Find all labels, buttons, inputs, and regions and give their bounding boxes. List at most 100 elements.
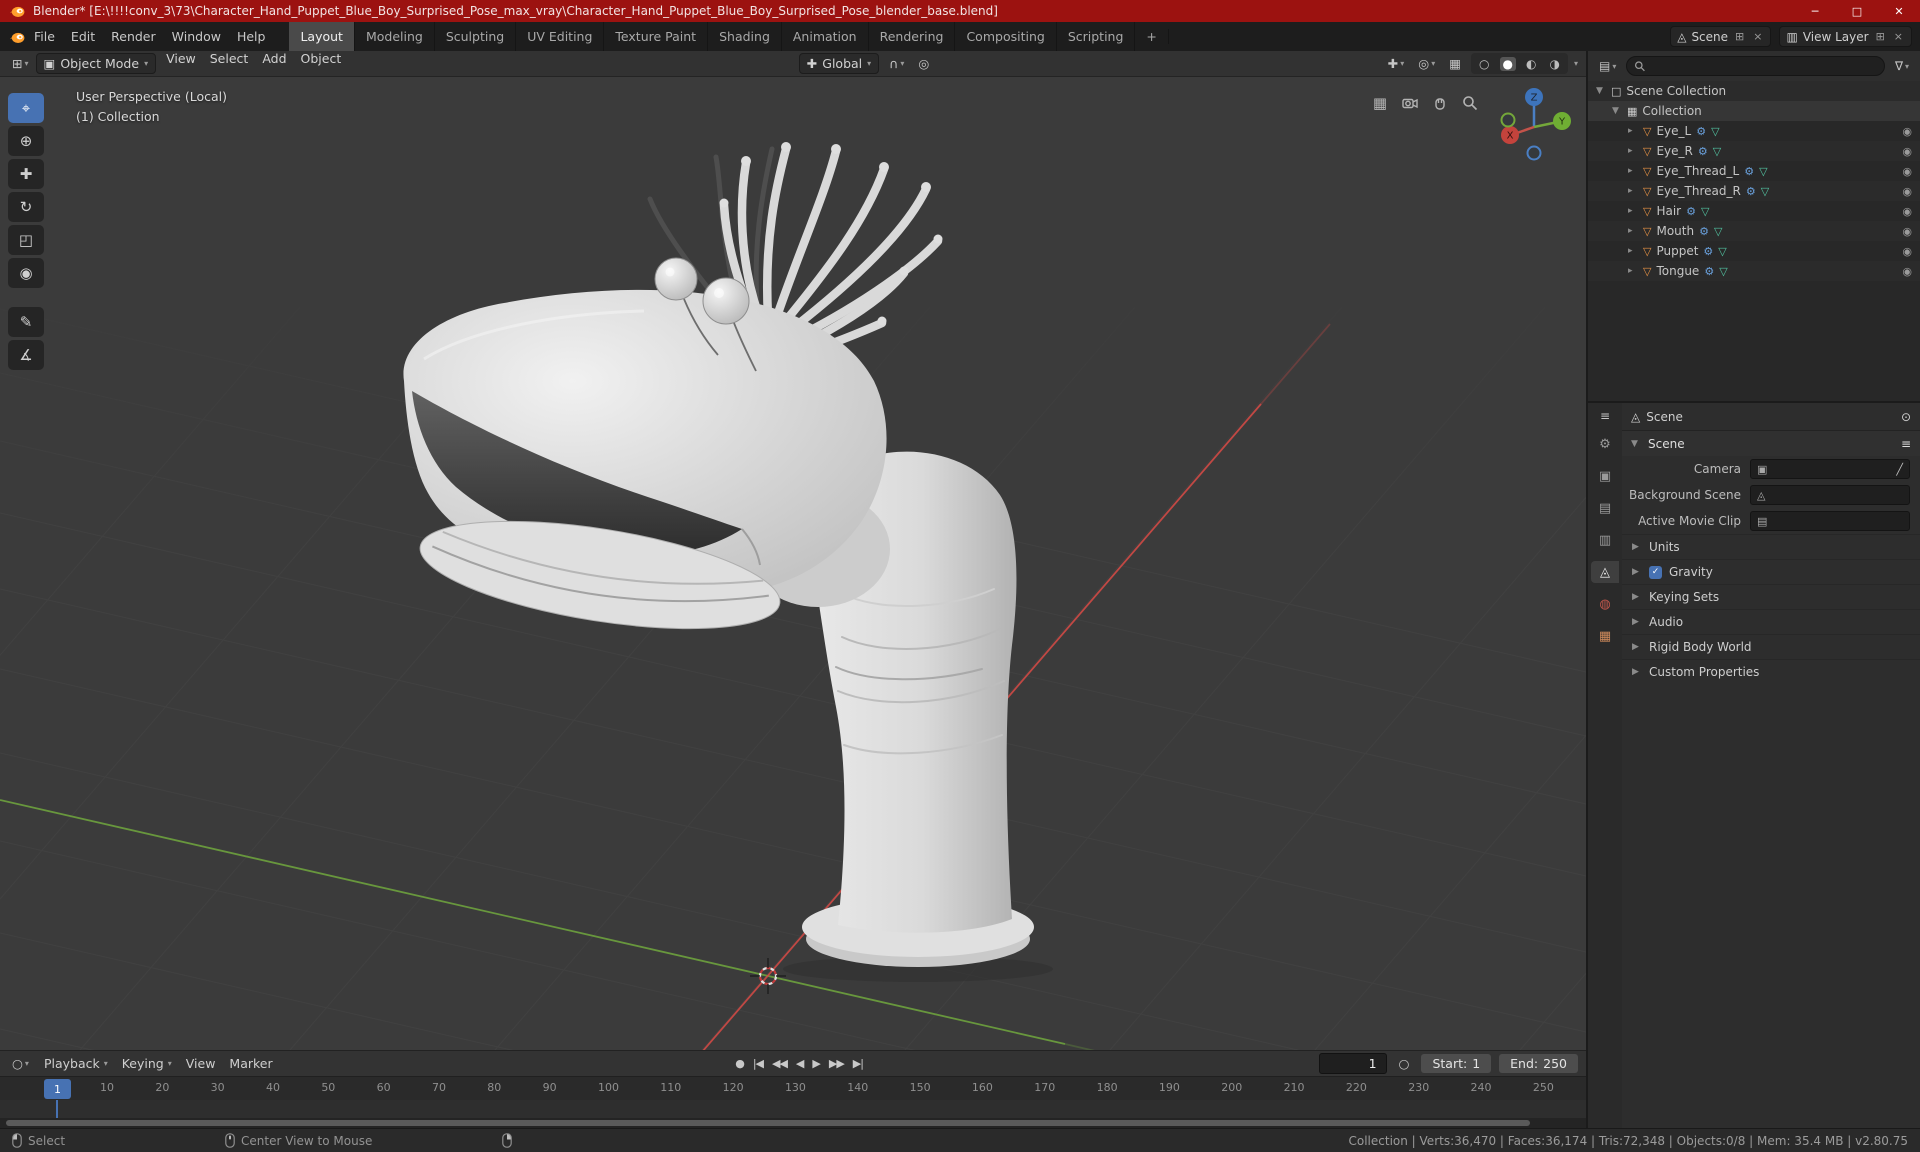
workspace-tab[interactable]: Layout: [289, 22, 355, 51]
visibility-eye-icon[interactable]: ◉: [1902, 145, 1912, 158]
scene-selector[interactable]: ◬ Scene ⊞ ×: [1670, 26, 1772, 47]
timeline-scrollbar[interactable]: [6, 1120, 1530, 1126]
playhead-line[interactable]: [56, 1100, 58, 1118]
viewport-menu-item[interactable]: Add: [255, 51, 293, 76]
outliner-search-box[interactable]: [1626, 56, 1885, 76]
remove-scene-button[interactable]: ×: [1751, 30, 1764, 43]
disclosure-icon[interactable]: ▸: [1628, 226, 1638, 236]
previous-keyframe-button[interactable]: ◀◀: [772, 1057, 788, 1070]
play-reverse-button[interactable]: ◀: [796, 1057, 805, 1070]
xray-toggle-button[interactable]: ▦: [1445, 56, 1465, 71]
keying-sets-section[interactable]: ▶ ✓ Keying Sets: [1622, 584, 1920, 609]
maximize-button[interactable]: □: [1836, 0, 1878, 22]
scale-tool[interactable]: ◰: [8, 225, 44, 255]
show-overlays-button[interactable]: ◎ ▾: [1414, 56, 1439, 71]
jump-to-end-button[interactable]: ▶|: [853, 1057, 864, 1070]
view-layer-tab[interactable]: ▥: [1591, 529, 1619, 551]
next-keyframe-button[interactable]: ▶▶: [829, 1057, 845, 1070]
menu-item[interactable]: Help: [229, 22, 274, 51]
scene-panel-header[interactable]: ▼ Scene ≡: [1622, 431, 1920, 456]
visibility-eye-icon[interactable]: ◉: [1902, 265, 1912, 278]
background-scene-field[interactable]: ◬ ╱: [1750, 485, 1910, 505]
section-disclosure-icon[interactable]: ▶: [1632, 567, 1642, 577]
visibility-eye-icon[interactable]: ◉: [1902, 165, 1912, 178]
menu-item[interactable]: File: [26, 22, 63, 51]
shading-options-button[interactable]: ▾: [1574, 59, 1578, 68]
section-disclosure-icon[interactable]: ▶: [1632, 542, 1642, 552]
timeline-menu-item[interactable]: Marker ▾: [222, 1051, 279, 1076]
filter-button[interactable]: ∇ ▾: [1891, 59, 1913, 73]
gravity-checkbox[interactable]: ✓: [1649, 565, 1662, 579]
workspace-tab[interactable]: Rendering: [869, 22, 956, 51]
outliner-search-input[interactable]: [1650, 59, 1877, 73]
viewport-canvas[interactable]: [0, 77, 1586, 1050]
workspace-tab[interactable]: Shading: [708, 22, 782, 51]
proportional-editing-button[interactable]: ◎: [914, 56, 933, 71]
workspace-tab[interactable]: Modeling: [355, 22, 435, 51]
eyedropper-icon[interactable]: ╱: [1896, 463, 1903, 476]
panel-menu-icon[interactable]: ≡: [1901, 437, 1911, 451]
playhead-handle[interactable]: 1: [44, 1079, 71, 1099]
collection-row[interactable]: ▼ ▦ Collection: [1588, 101, 1920, 121]
play-button[interactable]: ▶: [812, 1057, 821, 1070]
timeline-menu-item[interactable]: View ▾: [179, 1051, 223, 1076]
tool-tab[interactable]: ⚙: [1591, 433, 1619, 455]
mode-selector[interactable]: ▣ Object Mode ▾: [35, 53, 157, 74]
new-scene-button[interactable]: ⊞: [1733, 30, 1746, 43]
menu-item[interactable]: Window: [164, 22, 229, 51]
timeline-menu-item[interactable]: Keying ▾: [115, 1051, 179, 1076]
outliner-editor-type-button[interactable]: ▤ ▾: [1595, 59, 1620, 73]
solid-shading-button[interactable]: ●: [1499, 56, 1517, 71]
minimize-button[interactable]: ─: [1794, 0, 1836, 22]
disclosure-icon[interactable]: ▸: [1628, 266, 1638, 276]
timeline-track-area[interactable]: [0, 1100, 1586, 1118]
custom-properties-section[interactable]: ▶ ✓ Custom Properties: [1622, 659, 1920, 684]
outliner-object-row[interactable]: ▸ ▽ Tongue ⚙ ▽ ◉: [1588, 261, 1920, 281]
audio-section[interactable]: ▶ ✓ Audio: [1622, 609, 1920, 634]
blender-logo-icon[interactable]: [8, 28, 26, 46]
zoom-icon[interactable]: [1460, 93, 1480, 113]
outliner-object-row[interactable]: ▸ ▽ Mouth ⚙ ▽ ◉: [1588, 221, 1920, 241]
disclosure-icon[interactable]: ▸: [1628, 186, 1638, 196]
workspace-tab[interactable]: Sculpting: [435, 22, 517, 51]
disclosure-icon[interactable]: ▸: [1628, 206, 1638, 216]
disclosure-icon[interactable]: ▼: [1612, 106, 1622, 116]
camera-view-icon[interactable]: [1400, 93, 1420, 113]
move-tool[interactable]: ✚: [8, 159, 44, 189]
remove-view-layer-button[interactable]: ×: [1892, 30, 1905, 43]
move-view-hand-icon[interactable]: [1430, 93, 1450, 113]
end-frame-field[interactable]: End: 250: [1499, 1054, 1578, 1073]
section-disclosure-icon[interactable]: ▶: [1632, 617, 1642, 627]
show-gizmo-button[interactable]: ✚ ▾: [1384, 56, 1409, 71]
output-tab[interactable]: ▤: [1591, 497, 1619, 519]
disclosure-icon[interactable]: ▼: [1596, 86, 1606, 96]
cursor-tool[interactable]: ⊕: [8, 126, 44, 156]
disclosure-icon[interactable]: ▸: [1628, 246, 1638, 256]
workspace-tab[interactable]: Animation: [782, 22, 869, 51]
outliner-object-row[interactable]: ▸ ▽ Eye_Thread_R ⚙ ▽ ◉: [1588, 181, 1920, 201]
workspace-tab[interactable]: UV Editing: [516, 22, 605, 51]
viewport-menu-item[interactable]: View: [159, 51, 203, 76]
active-movie-clip-field[interactable]: ▤ ╱: [1750, 511, 1910, 531]
viewport-menu-item[interactable]: Select: [203, 51, 256, 76]
view-layer-selector[interactable]: ▥ View Layer ⊞ ×: [1779, 26, 1912, 47]
visibility-eye-icon[interactable]: ◉: [1902, 225, 1912, 238]
pin-icon[interactable]: ⊙: [1901, 410, 1911, 424]
render-tab[interactable]: ▣: [1591, 465, 1619, 487]
transform-orientation-selector[interactable]: ✚ Global ▾: [798, 53, 880, 74]
gizmo-neg-y-ball[interactable]: [1500, 112, 1516, 128]
annotate-tool[interactable]: ✎: [8, 307, 44, 337]
section-disclosure-icon[interactable]: ▶: [1632, 592, 1642, 602]
new-view-layer-button[interactable]: ⊞: [1874, 30, 1887, 43]
menu-item[interactable]: Render: [103, 22, 164, 51]
perspective-grid-icon[interactable]: ▦: [1370, 93, 1390, 113]
viewport-menu-item[interactable]: Object: [294, 51, 349, 76]
jump-to-start-button[interactable]: |◀: [753, 1057, 764, 1070]
wireframe-shading-button[interactable]: ○: [1476, 57, 1492, 71]
workspace-tab[interactable]: Compositing: [955, 22, 1057, 51]
snapping-button[interactable]: ∩ ▾: [885, 56, 908, 71]
disclosure-icon[interactable]: ▸: [1628, 166, 1638, 176]
outliner-object-row[interactable]: ▸ ▽ Hair ⚙ ▽ ◉: [1588, 201, 1920, 221]
rigid-body-world-section[interactable]: ▶ ✓ Rigid Body World: [1622, 634, 1920, 659]
viewport-3d[interactable]: User Perspective (Local) (1) Collection …: [0, 77, 1586, 1050]
